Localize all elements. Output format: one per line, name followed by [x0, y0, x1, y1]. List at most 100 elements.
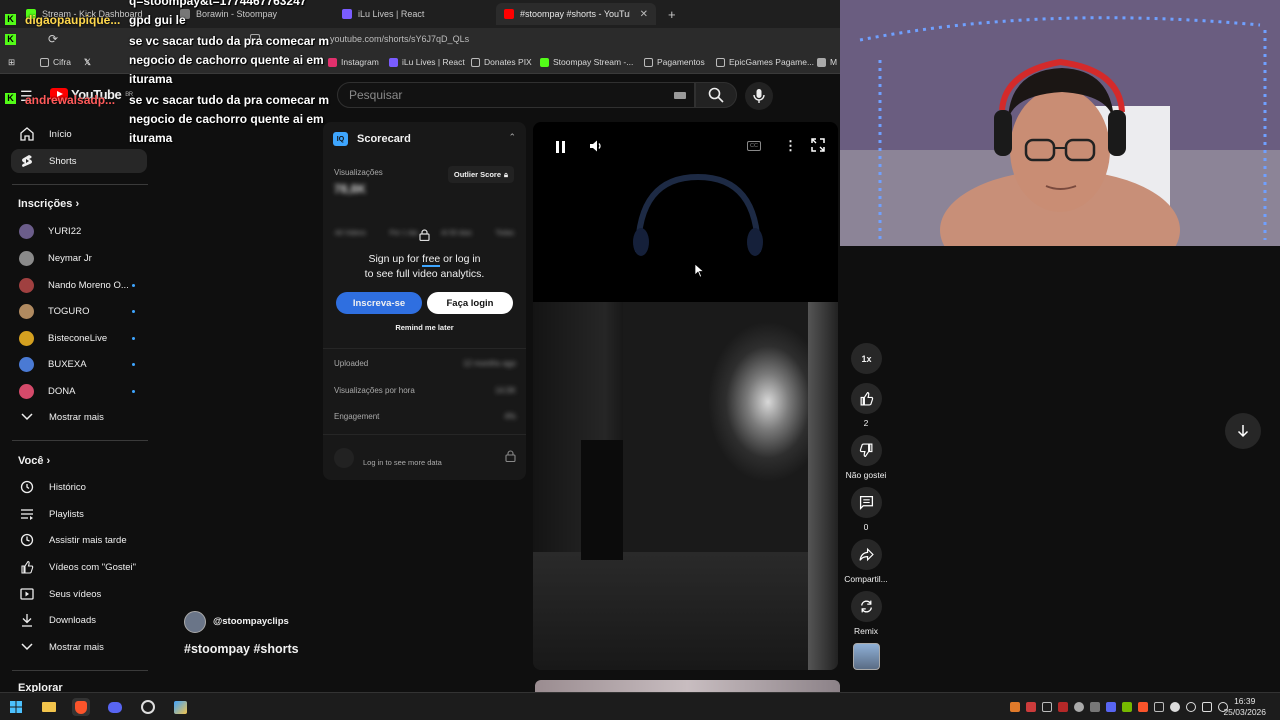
brave-browser-button[interactable] — [72, 698, 90, 716]
sidebar-item-downloads[interactable]: Downloads — [11, 608, 147, 632]
signup-button[interactable]: Inscreva-se — [336, 292, 422, 314]
free-link[interactable]: free — [422, 253, 441, 267]
playback-speed-button[interactable]: 1x — [851, 343, 882, 374]
bookmark-cifra[interactable]: Cifra — [40, 57, 71, 67]
tray-icon[interactable] — [1026, 702, 1036, 712]
sidebar-item-your-videos[interactable]: Seus vídeos — [11, 582, 147, 606]
tab-kick-dashboard[interactable]: Stream - Kick Dashboard — [18, 3, 168, 25]
folder-icon — [471, 57, 480, 67]
app-button[interactable] — [171, 698, 189, 716]
remix-button[interactable] — [851, 591, 882, 622]
sidebar-sub-neymar[interactable]: Neymar Jr — [11, 246, 147, 270]
network-icon[interactable] — [1202, 702, 1212, 712]
keyboard-icon[interactable] — [674, 92, 686, 99]
subscriptions-header[interactable]: Inscrições › — [18, 198, 79, 210]
sidebar-item-inicio[interactable]: Início — [11, 122, 147, 146]
next-short-button[interactable] — [1225, 413, 1261, 449]
bookmark-ilu[interactable]: iLu Lives | React — [389, 57, 465, 67]
dislike-button[interactable] — [851, 435, 882, 466]
tray-icon[interactable] — [1170, 702, 1180, 712]
tray-icon[interactable] — [1138, 702, 1148, 712]
range-tab[interactable]: Al 50 dias — [441, 230, 472, 237]
tray-icon[interactable] — [1106, 702, 1116, 712]
start-button[interactable] — [7, 698, 25, 716]
channel-avatar[interactable] — [184, 611, 206, 633]
collapse-icon[interactable]: ⌃ — [508, 132, 516, 143]
like-button[interactable] — [851, 383, 882, 414]
sound-thumbnail[interactable] — [853, 643, 880, 670]
tray-icon[interactable] — [1058, 702, 1068, 712]
history-icon — [19, 479, 35, 495]
volume-button[interactable] — [589, 139, 603, 158]
sidebar-item-label: YURI22 — [48, 225, 82, 237]
new-tab-button[interactable]: + — [660, 3, 684, 25]
obs-button[interactable] — [139, 698, 157, 716]
sidebar-sub-buxexa[interactable]: BUXEXA — [11, 352, 147, 376]
remind-later-link[interactable]: Remind me later — [323, 323, 526, 332]
tray-icon[interactable] — [1122, 702, 1132, 712]
video-title[interactable]: #stoompay #shorts — [184, 642, 299, 656]
sidebar-sub-yuri22[interactable]: YURI22 — [11, 219, 147, 243]
x-icon[interactable]: 𝕏 — [84, 57, 91, 68]
sidebar-item-historico[interactable]: Histórico — [11, 475, 147, 499]
new-content-dot — [132, 336, 135, 340]
bookmark-donates-pix[interactable]: Donates PIX — [471, 57, 532, 67]
tray-icon[interactable] — [1042, 702, 1052, 712]
mouse-cursor-icon — [695, 264, 704, 278]
tray-icon[interactable] — [1154, 702, 1164, 712]
kick-icon — [26, 9, 36, 19]
discord-button[interactable] — [106, 698, 124, 716]
sidebar-sub-toguro[interactable]: TOGURO — [11, 299, 147, 323]
more-options-icon[interactable]: ⋮ — [784, 138, 797, 154]
sidebar-item-playlists[interactable]: Playlists — [11, 502, 147, 526]
url-field[interactable]: youtube.com/shorts/sY6J7qD_QLs — [330, 34, 469, 44]
pause-button[interactable] — [555, 140, 566, 158]
bookmark-epicgames[interactable]: EpicGames Pagame... — [716, 57, 814, 67]
reload-icon[interactable]: ⟳ — [48, 32, 58, 46]
bookmark-m[interactable]: M — [817, 57, 837, 67]
range-tab[interactable]: Por 1 dia — [389, 230, 417, 237]
close-tab-icon[interactable]: ✕ — [640, 9, 648, 20]
tray-icon[interactable] — [1074, 702, 1084, 712]
fullscreen-button[interactable] — [811, 138, 825, 157]
tray-icon[interactable] — [1010, 702, 1020, 712]
system-clock[interactable]: 16:39 25/03/2026 — [1223, 696, 1266, 718]
tab-borawin[interactable]: Borawin - Stoompay — [172, 3, 332, 25]
file-explorer-button[interactable] — [40, 698, 58, 716]
login-more-text[interactable]: Log in to see more data — [363, 458, 442, 467]
range-tab[interactable]: Todas — [495, 230, 514, 237]
tab-ilu-lives[interactable]: iLu Lives | React — [334, 3, 494, 25]
captions-icon[interactable]: CC — [747, 141, 761, 151]
sidebar-you-show-more[interactable]: Mostrar mais — [11, 635, 147, 659]
tab-youtube-shorts[interactable]: #stoompay #shorts - YouTube ✕ — [496, 3, 656, 25]
menu-icon[interactable]: ☰ — [20, 88, 33, 105]
sidebar-item-liked[interactable]: Vídeos com "Gostei" — [11, 555, 147, 579]
tray-icon[interactable] — [1090, 702, 1100, 712]
outlier-score-badge[interactable]: Outlier Score 🔒︎ — [447, 166, 514, 183]
sidebar-item-shorts[interactable]: Shorts — [11, 149, 147, 173]
channel-name[interactable]: @stoompayclips — [213, 616, 289, 627]
you-header[interactable]: Você › — [18, 455, 50, 467]
comments-button[interactable] — [851, 487, 882, 518]
youtube-logo[interactable]: YouTube BR — [50, 87, 133, 102]
site-info-icon[interactable] — [250, 34, 260, 44]
login-button[interactable]: Faça login — [427, 292, 513, 314]
microphone-icon[interactable] — [1186, 702, 1196, 712]
sidebar-subs-show-more[interactable]: Mostrar mais — [11, 405, 147, 429]
next-short-preview[interactable] — [535, 680, 840, 692]
apps-icon[interactable]: ⊞ — [8, 57, 15, 68]
shorts-video-player[interactable]: CC ⋮ — [533, 122, 838, 670]
sidebar-item-watch-later[interactable]: Assistir mais tarde — [11, 528, 147, 552]
bookmark-pagamentos[interactable]: Pagamentos — [644, 57, 705, 67]
voice-search-button[interactable] — [745, 82, 773, 110]
search-button[interactable] — [695, 82, 737, 108]
sidebar-sub-nando[interactable]: Nando Moreno O... — [11, 273, 147, 297]
bookmark-stoompay[interactable]: Stoompay Stream -... — [540, 57, 633, 67]
comment-icon — [859, 495, 874, 510]
search-input[interactable] — [349, 88, 649, 102]
sidebar-sub-dona[interactable]: DONA — [11, 379, 147, 403]
sidebar-sub-bistecone[interactable]: BisteconeLive — [11, 326, 147, 350]
range-tab[interactable]: All Videos — [335, 230, 366, 237]
share-button[interactable] — [851, 539, 882, 570]
bookmark-instagram[interactable]: Instagram — [328, 57, 379, 67]
